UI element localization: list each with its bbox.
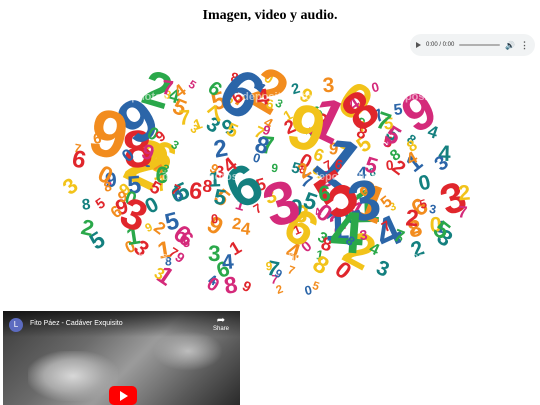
watermark: depositphotos xyxy=(312,171,388,183)
decorative-digit: 3 xyxy=(373,256,393,282)
play-icon[interactable] xyxy=(416,42,421,48)
decorative-digit: 0 xyxy=(203,272,223,295)
watermark: depositphotos xyxy=(92,251,168,263)
share-button[interactable]: ➦ Share xyxy=(210,315,232,333)
decorative-digit: 0 xyxy=(416,171,433,196)
more-vert-icon[interactable]: ⋮ xyxy=(520,40,529,51)
watermark: depositphotos xyxy=(162,171,238,183)
watermark: depositphotos xyxy=(392,251,468,263)
share-icon: ➦ xyxy=(216,315,226,326)
decorative-digit: 7 xyxy=(178,106,191,130)
decorative-digit: 3 xyxy=(208,241,221,266)
decorative-digit: 6 xyxy=(317,181,331,207)
decorative-digit: 4 xyxy=(328,199,366,266)
watermark: depositphotos xyxy=(242,251,318,263)
decorative-digit: 5 xyxy=(212,184,228,211)
video-frame-detail xyxy=(153,331,223,371)
watermark: depositphotos xyxy=(242,91,318,103)
numbers-image: 9579310459255757193914390355109845822168… xyxy=(50,53,490,308)
video-player[interactable]: L Fito Páez - Cadáver Exquisito ➦ Share xyxy=(3,311,240,405)
decorative-digit: 9 xyxy=(240,278,254,296)
audio-player[interactable]: 0:00 / 0:00 🔊 ⋮ xyxy=(410,34,535,56)
decorative-digit: 2 xyxy=(274,282,285,296)
channel-avatar[interactable]: L xyxy=(9,318,23,332)
video-frame xyxy=(28,351,118,401)
watermark: depositphotos xyxy=(92,91,168,103)
decorative-digit: 8 xyxy=(81,196,92,214)
decorative-digit: 5 xyxy=(93,195,109,213)
decorative-digit: 5 xyxy=(311,279,322,294)
watermark: depositphotos xyxy=(392,91,468,103)
decorative-digit: 0 xyxy=(210,211,218,227)
audio-time: 0:00 / 0:00 xyxy=(426,42,455,48)
numbers-illustration: 95 793104592 557571939143 903551 0984582216 8… xyxy=(58,53,473,299)
video-title[interactable]: Fito Páez - Cadáver Exquisito xyxy=(30,320,123,327)
decorative-digit: 4 xyxy=(221,250,235,274)
decorative-digit: 2 xyxy=(457,181,471,206)
audio-progress-slider[interactable] xyxy=(459,44,501,46)
volume-icon[interactable]: 🔊 xyxy=(505,41,515,50)
youtube-play-icon[interactable] xyxy=(109,386,137,405)
share-label: Share xyxy=(212,326,229,332)
decorative-digit: 3 xyxy=(58,172,83,199)
page-title: Imagen, video y audio. xyxy=(202,8,338,23)
decorative-digit: 5 xyxy=(186,79,198,93)
decorative-digit: 8 xyxy=(222,271,240,299)
decorative-digit: 2 xyxy=(405,204,420,231)
